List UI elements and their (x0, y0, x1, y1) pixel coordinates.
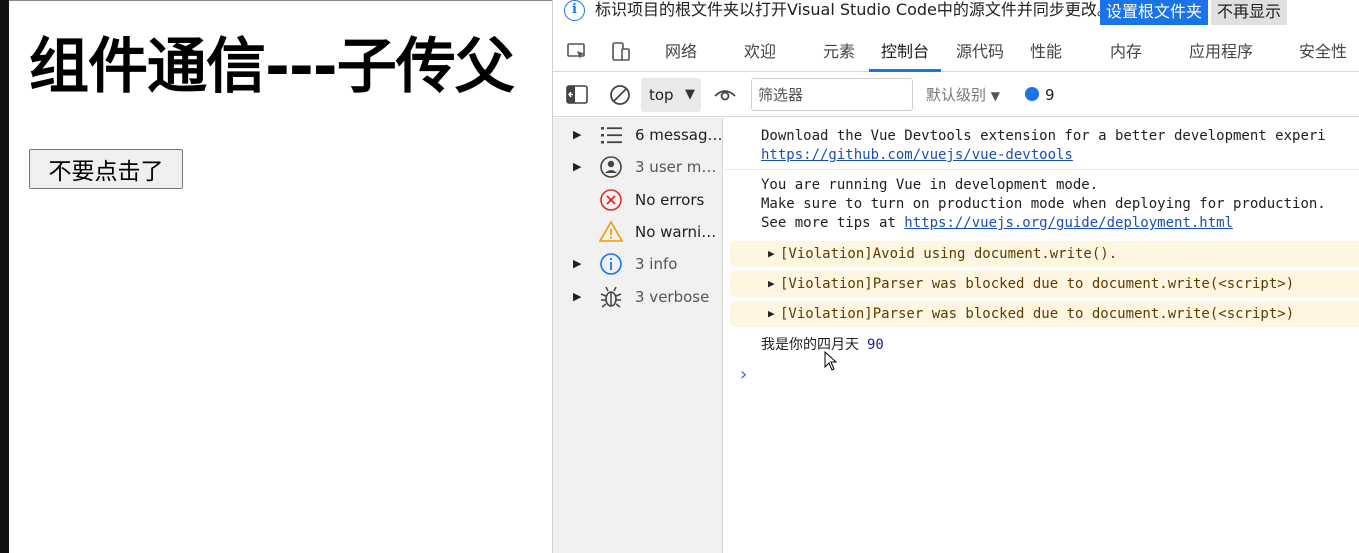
filter-input[interactable] (751, 78, 913, 111)
issues-badge[interactable]: 9 (1025, 73, 1055, 117)
dev-mode-line: You are running Vue in development mode. (761, 177, 1099, 193)
violation-text: [Violation]Avoid using document.write(). (780, 246, 1118, 262)
devtools-panel: i 标识项目的根文件夹以打开Visual Studio Code中的源文件并同步… (552, 0, 1359, 553)
issues-icon (1025, 87, 1039, 101)
sidebar-item-label: No errors (635, 191, 705, 209)
expand-arrow-icon[interactable]: ▶ (768, 301, 775, 327)
violation-message[interactable]: ▶ [Violation]Parser was blocked due to d… (730, 271, 1359, 297)
devtools-message: Download the Vue Devtools extension for … (761, 128, 1326, 144)
tab-elements[interactable]: 元素 (823, 32, 855, 72)
expand-arrow-icon[interactable]: ▶ (768, 241, 775, 267)
console-message: You are running Vue in development mode.… (761, 176, 1326, 233)
info-icon (600, 253, 622, 275)
tab-security[interactable]: 安全性 (1299, 32, 1347, 72)
console-log-entry: 我是你的四月天 90 (761, 334, 884, 354)
devtools-link[interactable]: https://github.com/vuejs/vue-devtools (761, 147, 1073, 163)
devtools-tabbar: 网络 欢迎 元素 控制台 源代码 性能 内存 应用程序 安全性 (553, 32, 1359, 72)
warning-icon (599, 220, 623, 242)
tab-sources[interactable]: 源代码 (956, 32, 1004, 72)
console-output: Download the Vue Devtools extension for … (724, 118, 1359, 553)
infobar-message: 标识项目的根文件夹以打开Visual Studio Code中的源文件并同步更改… (595, 0, 1113, 19)
dev-mode-line: See more tips at (761, 215, 905, 231)
expand-arrow-icon[interactable]: ▶ (573, 257, 581, 270)
console-prompt-icon[interactable]: › (738, 364, 749, 385)
inspect-element-icon[interactable] (565, 40, 589, 64)
violation-message[interactable]: ▶ [Violation]Avoid using document.write(… (730, 241, 1359, 267)
violation-text: [Violation]Parser was blocked due to doc… (780, 306, 1295, 322)
live-expression-icon[interactable] (713, 83, 737, 107)
sidebar-item-messages[interactable]: ▶ 6 messages (553, 120, 723, 152)
violation-message[interactable]: ▶ [Violation]Parser was blocked due to d… (730, 301, 1359, 327)
window-edge (0, 0, 9, 553)
sidebar-item-label: No warnin... (635, 223, 723, 241)
tab-performance[interactable]: 性能 (1030, 32, 1062, 72)
sidebar-item-label: 3 user me... (635, 158, 723, 176)
user-icon (600, 156, 622, 178)
tab-network[interactable]: 网络 (665, 32, 697, 72)
expand-arrow-icon[interactable]: ▶ (573, 128, 581, 141)
page-title: 组件通信---子传父 (29, 32, 515, 102)
expand-arrow-icon[interactable]: ▶ (768, 271, 775, 297)
deployment-link[interactable]: https://vuejs.org/guide/deployment.html (904, 215, 1233, 231)
error-icon (600, 189, 622, 211)
console-message: Download the Vue Devtools extension for … (761, 127, 1326, 165)
console-sidebar: ▶ 6 messages ▶ 3 user me... No errors No… (553, 118, 723, 553)
log-levels-dropdown[interactable]: 默认级别 ▼ (926, 73, 1000, 117)
device-emulation-icon[interactable] (609, 40, 633, 64)
log-levels-label: 默认级别 (926, 86, 987, 104)
sidebar-item-errors[interactable]: No errors (553, 185, 723, 217)
sidebar-item-info[interactable]: ▶ 3 info (553, 249, 723, 281)
context-selector[interactable]: top ▼ (641, 78, 701, 112)
bug-icon (600, 286, 622, 308)
context-value: top (649, 86, 674, 104)
issues-count: 9 (1045, 86, 1055, 104)
log-text: 我是你的四月天 (761, 337, 859, 353)
dev-mode-line: Make sure to turn on production mode whe… (761, 196, 1326, 212)
sidebar-item-label: 6 messages (635, 126, 723, 144)
divider (724, 169, 1359, 170)
mouse-cursor-icon (824, 351, 838, 371)
tab-memory[interactable]: 内存 (1110, 32, 1142, 72)
list-icon (601, 127, 622, 144)
info-icon: i (564, 0, 585, 21)
violation-text: [Violation]Parser was blocked due to doc… (780, 276, 1295, 292)
set-root-folder-button[interactable]: 设置根文件夹 (1100, 0, 1209, 25)
chevron-down-icon: ▼ (990, 89, 1001, 103)
page-viewport: 组件通信---子传父 不要点击了 (9, 0, 552, 553)
console-toolbar: top ▼ 默认级别 ▼ 9 (553, 73, 1359, 117)
expand-arrow-icon[interactable]: ▶ (573, 290, 581, 303)
sidebar-toggle-icon[interactable] (565, 83, 589, 107)
sidebar-item-verbose[interactable]: ▶ 3 verbose (553, 282, 723, 314)
dont-click-button[interactable]: 不要点击了 (29, 149, 183, 189)
tab-application[interactable]: 应用程序 (1189, 32, 1253, 72)
sidebar-item-label: 3 info (635, 255, 678, 273)
sidebar-item-label: 3 verbose (635, 288, 710, 306)
tab-console[interactable]: 控制台 (868, 32, 942, 72)
sidebar-item-warnings[interactable]: No warnin... (553, 217, 723, 249)
chevron-down-icon: ▼ (685, 87, 695, 102)
infobar: i 标识项目的根文件夹以打开Visual Studio Code中的源文件并同步… (553, 0, 1359, 26)
clear-console-icon[interactable] (608, 83, 632, 107)
tab-welcome[interactable]: 欢迎 (744, 32, 776, 72)
log-value: 90 (867, 337, 884, 353)
expand-arrow-icon[interactable]: ▶ (573, 160, 581, 173)
sidebar-item-user-messages[interactable]: ▶ 3 user me... (553, 152, 723, 184)
dont-show-again-button[interactable]: 不再显示 (1211, 0, 1288, 25)
